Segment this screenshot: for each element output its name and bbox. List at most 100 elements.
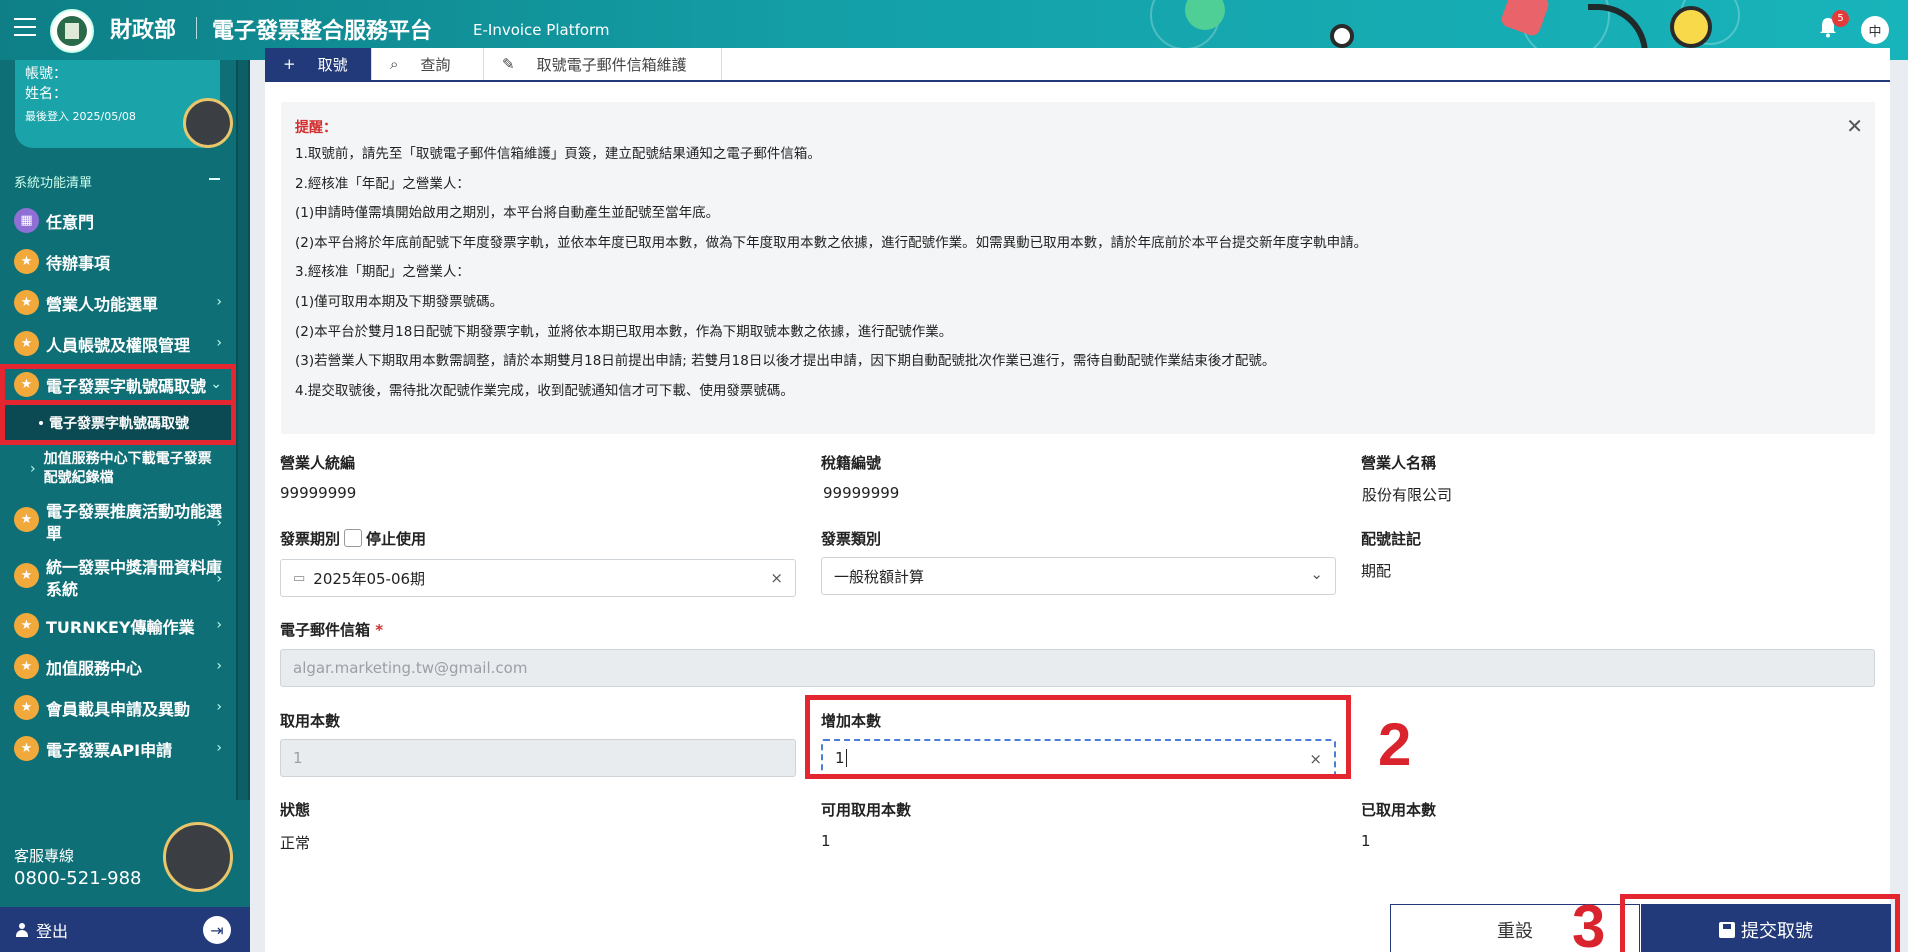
notice-line: 3.經核准「期配」之營業人： [295, 264, 470, 281]
star-icon: ★ [14, 613, 39, 638]
mascot-icon [163, 822, 233, 892]
chevron-right-icon: › [216, 740, 222, 756]
status-value: 正常 [280, 834, 311, 852]
sidebar-subitem-active[interactable]: 電子發票字軌號碼取號 [0, 405, 236, 445]
chevron-right-icon: › [216, 294, 222, 310]
tab-label: 查詢 [420, 55, 451, 74]
logout-bar[interactable]: 登出 ⇥ [0, 907, 250, 952]
tab-bar: + 取號 ⌕ 查詢 ✎ 取號電子郵件信箱維護 [265, 48, 1890, 82]
invoice-type-select[interactable]: 一般稅額計算 ⌄ [821, 557, 1336, 595]
language-switch[interactable]: 中 [1861, 16, 1889, 44]
star-icon: ★ [14, 654, 39, 679]
sidebar-item-label: TURNKEY傳輸作業 [46, 617, 195, 637]
sidebar-item-promotion[interactable]: ★ 電子發票推廣活動功能選單 › [0, 493, 236, 549]
mascot-icon [183, 98, 233, 148]
chevron-right-icon: › [216, 571, 222, 587]
invoice-period-picker[interactable]: ▭ 2025年05-06期 × [280, 559, 796, 597]
chevron-right-icon: › [216, 699, 222, 715]
sidebar-item-label: 任意門 [46, 212, 95, 232]
notice-line: 2.經核准「年配」之營業人： [295, 175, 470, 192]
tab-email-maintenance[interactable]: ✎ 取號電子郵件信箱維護 [484, 48, 722, 80]
logout-icon[interactable]: ⇥ [203, 916, 231, 944]
email-label: 電子郵件信箱 * [280, 619, 383, 640]
sidebar-item-label: 加值服務中心 [46, 658, 143, 678]
account-label: 帳號： [25, 66, 67, 82]
ban-label: 營業人統編 [280, 454, 356, 472]
bullet-icon [39, 420, 43, 425]
available-count-label: 可用取用本數 [821, 801, 912, 819]
tab-request[interactable]: + 取號 [265, 48, 372, 80]
taken-count-value: 1 [1361, 832, 1371, 850]
sidebar-item-vas-center[interactable]: ★ 加值服務中心 › [0, 646, 236, 687]
hamburger-menu-icon[interactable] [14, 18, 36, 36]
sidebar-item-winning-list[interactable]: ★ 統一發票中獎清冊資料庫系統 › [0, 549, 236, 605]
sidebar-item-business-menu[interactable]: ★ 營業人功能選單 › [0, 282, 236, 323]
chevron-right-icon: › [216, 617, 222, 633]
plus-icon: + [283, 55, 296, 73]
sidebar-menu: ▦ 任意門 ★ 待辦事項 ★ 營業人功能選單 › ★ 人員帳號及權限管理 › ★… [0, 200, 236, 769]
chevron-right-icon: › [216, 515, 222, 531]
available-count-value: 1 [821, 832, 831, 850]
sidebar-item-member-carrier[interactable]: ★ 會員載具申請及異動 › [0, 687, 236, 728]
sidebar-item-anywhere-door[interactable]: ▦ 任意門 [0, 200, 236, 241]
support-hotline: 客服專線 0800-521-988 [14, 845, 142, 889]
business-name-label: 營業人名稱 [1361, 454, 1437, 472]
sidebar-item-todo[interactable]: ★ 待辦事項 [0, 241, 236, 282]
notice-line: (1)僅可取用本期及下期發票號碼。 [295, 293, 504, 310]
annotation-2: 2 [1378, 711, 1412, 778]
edit-icon: ✎ [502, 55, 515, 73]
sidebar-subitem-vas-download[interactable]: › 加值服務中心下載電子發票配號紀錄檔 [0, 445, 236, 493]
notice-line: (3)若營業人下期取用本數需調整，請於本期雙月18日前提出申請; 若雙月18日以… [295, 353, 1276, 370]
search-icon: ⌕ [390, 55, 399, 73]
star-icon: ★ [14, 507, 39, 532]
notice-box: 提醒： 1.取號前，請先至「取號電子郵件信箱維護」頁簽，建立配號結果通知之電子郵… [281, 102, 1875, 434]
chevron-down-icon: ⌄ [210, 376, 222, 392]
platform-title-en: E-Invoice Platform [473, 21, 610, 39]
notice-title: 提醒： [295, 120, 337, 136]
map-icon: ▦ [14, 208, 39, 233]
sidebar-item-account-permission[interactable]: ★ 人員帳號及權限管理 › [0, 323, 236, 364]
ministry-logo [50, 9, 94, 53]
decor-coin-icon [1330, 24, 1354, 48]
period-label-text: 發票期別 [280, 530, 341, 548]
collapse-icon[interactable] [209, 178, 220, 180]
chevron-down-icon: ⌄ [1310, 565, 1323, 583]
used-count-field: 1 [280, 739, 796, 777]
tax-id-value: 99999999 [823, 484, 900, 502]
sidebar-item-turnkey[interactable]: ★ TURNKEY傳輸作業 › [0, 605, 236, 646]
decor-coin-icon [1670, 6, 1712, 48]
clear-icon[interactable]: × [770, 569, 783, 587]
email-label-text: 電子郵件信箱 [280, 621, 371, 639]
header-divider [196, 17, 197, 39]
support-phone: 0800-521-988 [14, 868, 142, 889]
sidebar-item-api[interactable]: ★ 電子發票API申請 › [0, 728, 236, 769]
allocation-note-value: 期配 [1361, 562, 1392, 580]
star-icon: ★ [14, 331, 39, 356]
tab-query[interactable]: ⌕ 查詢 [372, 48, 484, 80]
notice-line: (1)申請時僅需填開始啟用之期別，本平台將自動產生並配號至當年底。 [295, 205, 720, 222]
menu-title: 系統功能清單 [14, 176, 93, 191]
sidebar-item-label: 營業人功能選單 [46, 294, 159, 314]
sidebar-item-label: 人員帳號及權限管理 [46, 335, 191, 355]
support-label: 客服專線 [14, 847, 75, 865]
stop-use-checkbox[interactable] [344, 529, 363, 547]
sidebar-subitem-label: 電子發票字軌號碼取號 [49, 415, 189, 432]
used-count-value: 1 [293, 749, 303, 767]
name-label: 姓名： [25, 86, 67, 102]
sidebar-scrollbar[interactable] [236, 60, 250, 800]
sidebar-subitem-label: 加值服務中心下載電子發票配號紀錄檔 [43, 451, 212, 486]
sidebar: 帳號： 姓名： 最後登入 2025/05/08 系統功能清單 ▦ 任意門 ★ 待… [0, 60, 250, 952]
sidebar-item-label: 統一發票中獎清冊資料庫系統 [46, 558, 223, 599]
close-icon[interactable]: ✕ [1846, 114, 1863, 138]
stop-use-label: 停止使用 [366, 530, 427, 548]
invoice-type-label: 發票類別 [821, 530, 882, 548]
sidebar-item-label: 電子發票推廣活動功能選單 [46, 502, 223, 543]
sidebar-item-invoice-number-request[interactable]: ★ 電子發票字軌號碼取號 ⌄ [0, 364, 236, 405]
invoice-period-value: 2025年05-06期 [313, 569, 426, 588]
invoice-period-label: 發票期別 停止使用 [280, 528, 426, 549]
logout-label: 登出 [36, 921, 69, 941]
highlight-box-3 [1620, 894, 1900, 952]
notice-line: (2)本平台將於年底前配號下年度發票字軌，並依本年度已取用本數，做為下年度取用本… [295, 234, 1368, 251]
business-name-value: 股份有限公司 [1362, 486, 1453, 504]
star-icon: ★ [14, 736, 39, 761]
